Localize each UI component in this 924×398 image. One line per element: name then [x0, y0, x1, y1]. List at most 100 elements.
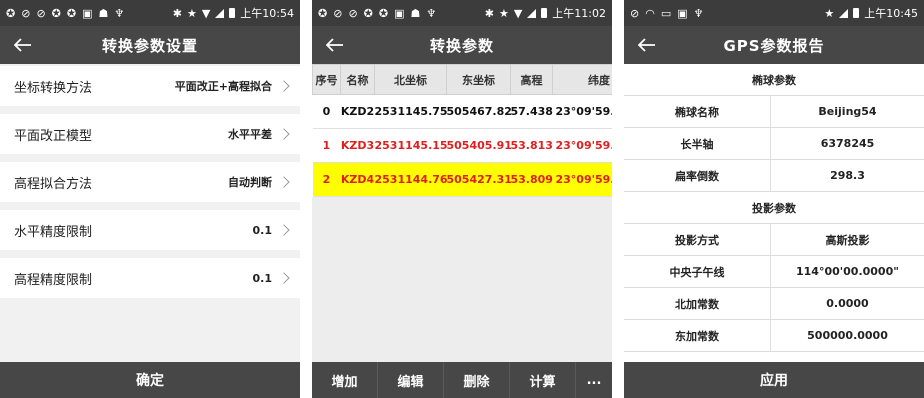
cell-lat: 23°09'59.6 [552, 128, 612, 163]
cell-index: 2 [312, 162, 341, 197]
app-icon: ☗ [410, 6, 421, 20]
column-header[interactable]: 纬度 [552, 64, 612, 95]
back-arrow-icon [326, 38, 343, 52]
sync-icon: ✪ [318, 6, 328, 20]
setting-row-height-fit[interactable]: 高程拟合方法 自动判断 [0, 162, 300, 202]
back-button[interactable] [8, 26, 38, 64]
setting-label: 坐标转换方法 [14, 80, 93, 96]
add-button[interactable]: 增加 [312, 362, 378, 398]
cell-index: 1 [312, 128, 341, 163]
chevron-right-icon [278, 272, 290, 284]
setting-row-height-precision[interactable]: 高程精度限制 0.1 [0, 258, 300, 298]
status-time: 上午10:45 [864, 7, 918, 20]
status-right: ✱ ★ ▼ 上午10:54 [173, 5, 294, 21]
pin-icon: ♆ [693, 6, 704, 20]
status-time: 上午11:02 [552, 7, 606, 20]
report-value: Beijing54 [818, 105, 877, 118]
mute-icon: ⊘ [36, 6, 46, 20]
pin-icon: ♆ [426, 6, 437, 20]
setting-label: 平面改正模型 [14, 128, 93, 144]
bluetooth-icon: ✱ [484, 6, 494, 20]
star-icon: ★ [824, 6, 835, 20]
report-key: 东加常数 [624, 320, 771, 351]
report-row: 北加常数 0.0000 [624, 288, 924, 320]
setting-label: 水平精度限制 [14, 224, 93, 240]
setting-value: 自动判断 [228, 176, 272, 189]
sync-icon: ✪ [51, 6, 61, 20]
table-row[interactable]: 0 KZD2 2531145.751 505467.822 57.438 23°… [312, 94, 612, 129]
report-value: 500000.0000 [807, 329, 888, 342]
chevron-right-icon [278, 224, 290, 236]
report-row: 投影方式 高斯投影 [624, 224, 924, 256]
battery-icon [853, 8, 860, 18]
report-key: 投影方式 [624, 224, 771, 255]
report-value: 298.3 [830, 169, 865, 182]
app-icon: ▣ [394, 6, 405, 20]
notification-icons: ✪ ⊘ ⊘ ✪ ✪ ▣ ☗ ♆ [6, 7, 124, 20]
column-header[interactable]: 高程 [510, 64, 553, 95]
compute-button[interactable]: 计算 [510, 362, 576, 398]
section-heading: 投影参数 [624, 192, 924, 224]
action-bar: 增加 编辑 删除 计算 ... [312, 362, 612, 398]
sync-icon: ✪ [378, 6, 389, 20]
report-key: 长半轴 [624, 128, 771, 159]
report-row: 中央子午线 114°00'00.0000" [624, 256, 924, 288]
setting-value: 水平平差 [228, 128, 272, 141]
setting-value: 平面改正+高程拟合 [174, 80, 272, 93]
settings-list: 坐标转换方法 平面改正+高程拟合 平面改正模型 水平平差 高程拟合方法 自动判断… [0, 66, 300, 298]
app-icon: ▣ [677, 6, 688, 20]
back-button[interactable] [320, 26, 350, 64]
setting-label: 高程拟合方法 [14, 176, 93, 192]
edit-button[interactable]: 编辑 [378, 362, 444, 398]
mute-icon: ⊘ [333, 6, 343, 20]
report-value: 114°00'00.0000" [796, 265, 899, 278]
cell-height: 53.813 [510, 128, 553, 163]
page-title: 转换参数设置 [101, 36, 198, 55]
table-row-selected[interactable]: 2 KZD4 2531144.767 505427.315 53.809 23°… [312, 162, 612, 197]
confirm-button[interactable]: 确定 [0, 362, 300, 398]
status-right: ✱ ★ ▼ 上午11:02 [485, 5, 606, 21]
column-header[interactable]: 北坐标 [374, 64, 447, 95]
column-header[interactable]: 序号 [312, 64, 341, 95]
bluetooth-icon: ✱ [172, 6, 182, 20]
battery-icon [541, 8, 548, 18]
screen-gps-report: ⊘ ◠ ▭ ▣ ♆ ★ 上午10:45 GPS参数报告 椭球参数 椭球名称 Be… [624, 0, 924, 398]
app-icon: ☗ [98, 6, 109, 20]
setting-row-transform-method[interactable]: 坐标转换方法 平面改正+高程拟合 [0, 66, 300, 106]
notification-icons: ✪ ⊘ ⊘ ✪ ✪ ▣ ☗ ♆ [318, 7, 436, 20]
chevron-right-icon [278, 128, 290, 140]
table-row[interactable]: 1 KZD3 2531145.155 505405.919 53.813 23°… [312, 128, 612, 163]
delete-button[interactable]: 删除 [444, 362, 510, 398]
setting-row-horizontal-precision[interactable]: 水平精度限制 0.1 [0, 210, 300, 250]
column-header[interactable]: 东坐标 [446, 64, 511, 95]
sync-icon: ✪ [66, 6, 77, 20]
more-button[interactable]: ... [576, 362, 612, 398]
cell-name: KZD3 [340, 128, 375, 163]
wifi-icon: ◠ [645, 6, 655, 20]
screen-transform-settings: ✪ ⊘ ⊘ ✪ ✪ ▣ ☗ ♆ ✱ ★ ▼ 上午10:54 转换参数设置 坐标转… [0, 0, 300, 398]
chevron-right-icon [278, 176, 290, 188]
mute-icon: ⊘ [630, 6, 640, 20]
status-bar: ⊘ ◠ ▭ ▣ ♆ ★ 上午10:45 [624, 0, 924, 26]
sync-icon: ✪ [363, 6, 373, 20]
cell-north: 2531144.767 [374, 162, 447, 197]
cell-east: 505427.315 [446, 162, 511, 197]
report-key: 椭球名称 [624, 96, 771, 127]
cell-lat: 23°09'59.7 [552, 94, 612, 129]
report-key: 北加常数 [624, 288, 771, 319]
report-value: 0.0000 [826, 297, 869, 310]
page-title: 转换参数 [429, 36, 494, 55]
setting-row-plane-model[interactable]: 平面改正模型 水平平差 [0, 114, 300, 154]
setting-label: 高程精度限制 [14, 272, 93, 288]
setting-value: 0.1 [252, 223, 273, 237]
mute-icon: ⊘ [348, 6, 358, 20]
apply-button[interactable]: 应用 [624, 362, 924, 398]
app-icon: ▣ [82, 6, 93, 20]
report-row: 椭球名称 Beijing54 [624, 96, 924, 128]
status-right: ★ 上午10:45 [824, 5, 918, 21]
back-button[interactable] [632, 26, 662, 64]
column-header[interactable]: 名称 [340, 64, 375, 95]
cell-height: 57.438 [510, 94, 553, 129]
cell-name: KZD4 [340, 162, 375, 197]
report-value: 高斯投影 [825, 233, 870, 247]
